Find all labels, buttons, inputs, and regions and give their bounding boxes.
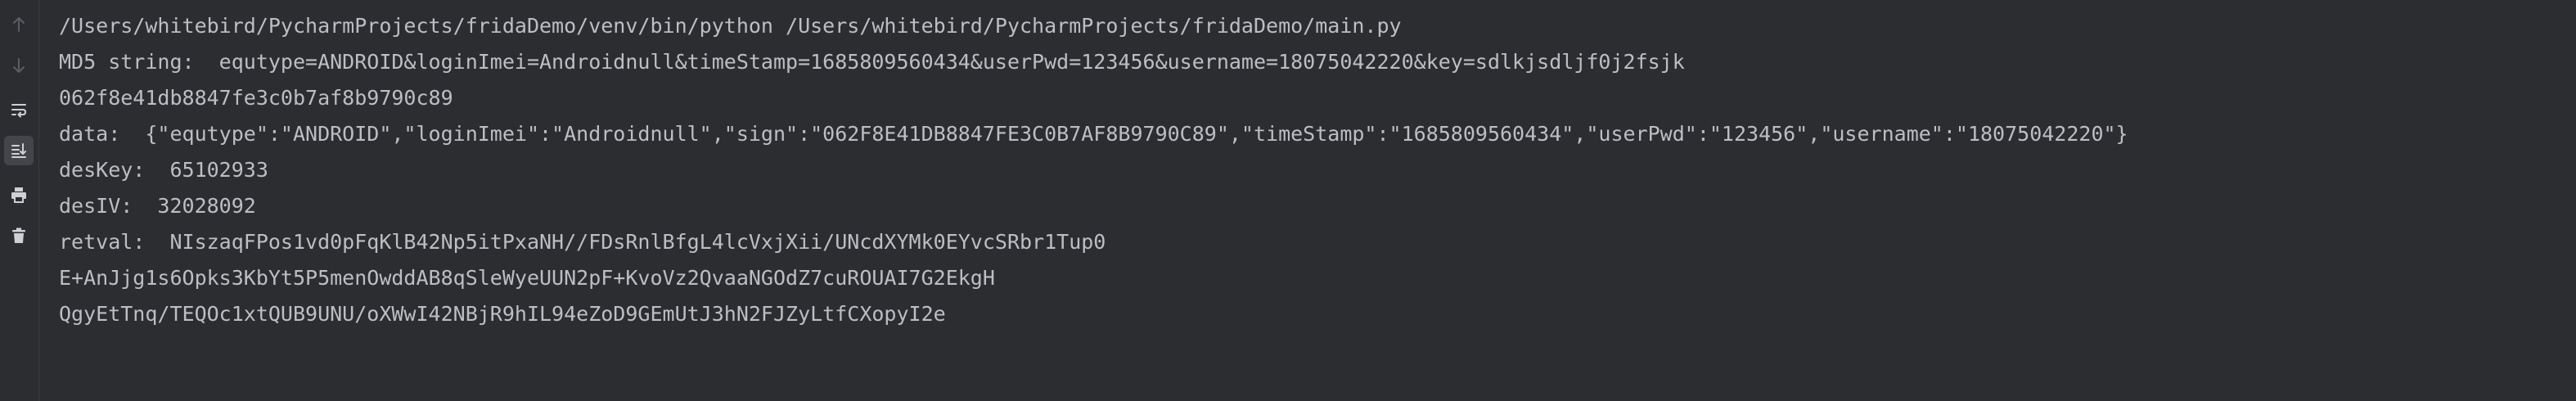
scroll-to-end-button[interactable] (4, 136, 34, 165)
console-line-retval-cont-2: QgyEtTnq/TEQOc1xtQUB9UNU/oXWwI42NBjR9hIL… (59, 302, 946, 326)
console-line-md5-string: MD5 string: equtype=ANDROID&loginImei=An… (59, 50, 1685, 74)
console-toolbar (0, 0, 39, 401)
console-line-retval: retval: NIszaqFPos1vd0pFqKlB42Np5itPxaNH… (59, 230, 1106, 254)
console-line-command: /Users/whitebird/PycharmProjects/fridaDe… (59, 14, 1402, 38)
print-button[interactable] (4, 180, 34, 210)
scroll-to-end-icon (11, 143, 26, 158)
console-line-data: data: {"equtype":"ANDROID","loginImei":"… (59, 122, 2128, 146)
console-output[interactable]: /Users/whitebird/PycharmProjects/fridaDe… (59, 8, 2576, 332)
soft-wrap-button[interactable] (4, 95, 34, 124)
trash-icon (12, 228, 25, 243)
run-console-window: /Users/whitebird/PycharmProjects/fridaDe… (0, 0, 2576, 401)
soft-wrap-icon (11, 104, 26, 118)
console-line-deskey: desKey: 65102933 (59, 158, 268, 182)
clear-all-button[interactable] (4, 221, 34, 250)
previous-occurrence-button[interactable] (4, 10, 34, 39)
next-occurrence-button[interactable] (4, 51, 34, 80)
console-line-md5-hash: 062f8e41db8847fe3c0b7af8b9790c89 (59, 86, 453, 110)
arrow-up-icon (13, 17, 25, 32)
print-icon (11, 187, 26, 203)
console-line-desiv: desIV: 32028092 (59, 194, 256, 218)
console-line-retval-cont-1: E+AnJjg1s6Opks3KbYt5P5menOwddAB8qSleWyeU… (59, 266, 995, 290)
arrow-down-icon (13, 58, 25, 73)
